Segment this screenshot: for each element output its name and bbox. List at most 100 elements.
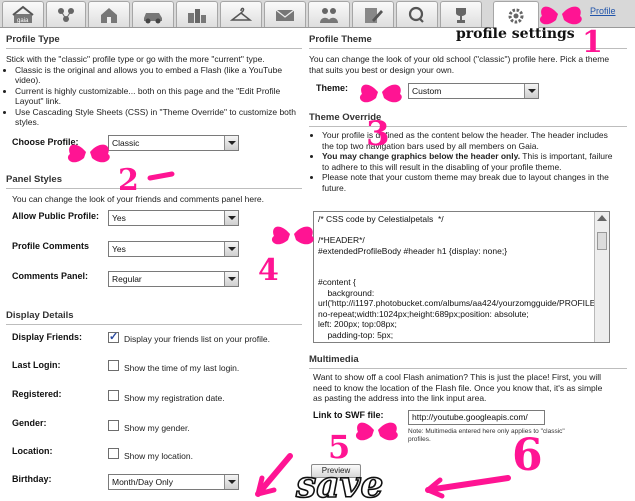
gender-checkbox[interactable] — [108, 420, 119, 431]
pink-arrow — [255, 453, 293, 497]
left-column: Profile Type Stick with the "classic" pr… — [6, 32, 302, 128]
profile-type-intro: Stick with the "classic" profile type or… — [6, 54, 265, 64]
tab-hanger[interactable] — [220, 1, 262, 27]
location-label: Location: — [12, 446, 53, 456]
allow-public-value: Yes — [112, 213, 126, 223]
preview-button[interactable]: Preview — [311, 464, 361, 478]
tab-house[interactable] — [88, 1, 130, 27]
theme-select[interactable]: Custom — [408, 83, 539, 99]
display-friends-text: Display your friends list on your profil… — [124, 334, 270, 344]
chevron-down-icon — [224, 211, 238, 225]
birthday-select[interactable]: Month/Day Only — [108, 474, 239, 490]
pink-arrowhead — [255, 475, 277, 497]
css-code: /* CSS code by Celestialpetals */ /*HEAD… — [318, 214, 609, 340]
people-network-icon — [58, 7, 74, 22]
tab-car[interactable] — [132, 1, 174, 27]
display-friends-label: Display Friends: — [12, 332, 83, 342]
theme-override-bullets: Your profile is defined as the content b… — [313, 130, 613, 193]
pink-arrow — [425, 475, 511, 493]
car-icon — [144, 12, 162, 23]
comments-panel-value: Regular — [112, 274, 142, 284]
butterfly-icon — [355, 422, 398, 441]
tab-trophy[interactable] — [440, 1, 482, 27]
tab-profile-link[interactable]: Profile — [590, 6, 616, 16]
town-icon — [188, 8, 206, 23]
gear-icon — [508, 8, 524, 23]
panel-styles-title: Panel Styles — [6, 172, 302, 189]
override-bullet-header: Your profile is defined as the content b… — [322, 130, 613, 151]
tab-mail[interactable] — [264, 1, 306, 27]
birthday-label: Birthday: — [12, 474, 52, 484]
profile-comments-label: Profile Comments — [12, 241, 90, 251]
allow-public-select[interactable]: Yes — [108, 210, 239, 226]
tab-journal[interactable] — [352, 1, 394, 27]
journal-pencil-icon — [365, 7, 383, 23]
bullet-current: Current is highly customizable... both o… — [15, 86, 302, 107]
birthday-value: Month/Day Only — [112, 477, 173, 487]
registered-label: Registered: — [12, 389, 62, 399]
trophy-icon — [456, 7, 466, 23]
gender-label: Gender: — [12, 418, 47, 428]
swf-link-input[interactable]: http://youtube.googleapis.com/ — [408, 410, 545, 425]
profile-comments-value: Yes — [112, 244, 126, 254]
chevron-down-icon — [224, 136, 238, 150]
choose-profile-label: Choose Profile: — [12, 137, 79, 147]
override-bullet-graphics: You may change graphics below the header… — [322, 151, 613, 172]
multimedia-title: Multimedia — [309, 352, 627, 369]
comments-panel-select[interactable]: Regular — [108, 271, 239, 287]
butterfly-icon — [67, 144, 110, 163]
annotation-number: 5 — [328, 428, 350, 466]
bullet-css: Use Cascading Style Sheets (CSS) in "The… — [15, 107, 302, 128]
css-editor-scrollbar[interactable] — [594, 212, 609, 342]
hanger-icon — [230, 7, 252, 21]
scroll-up-arrow-icon[interactable] — [597, 215, 607, 221]
override-bullet-graphics-bold: You may change graphics below the header… — [322, 151, 521, 161]
profile-type-bullets: Classic is the original and allows you t… — [6, 65, 302, 128]
gender-text: Show my gender. — [124, 423, 190, 433]
last-login-checkbox[interactable] — [108, 360, 119, 371]
choose-profile-select[interactable]: Classic — [108, 135, 239, 151]
css-override-textarea[interactable]: /* CSS code by Celestialpetals */ /*HEAD… — [313, 211, 610, 343]
location-text: Show my location. — [124, 451, 193, 461]
allow-public-label: Allow Public Profile: — [12, 211, 100, 221]
tab-search[interactable] — [396, 1, 438, 27]
swf-link-value: http://youtube.googleapis.com/ — [412, 412, 528, 422]
profile-theme-intro: You can change the look of your old scho… — [309, 54, 610, 75]
comments-panel-label: Comments Panel: — [12, 271, 89, 281]
tab-town[interactable] — [176, 1, 218, 27]
location-checkbox[interactable] — [108, 448, 119, 459]
chevron-down-icon — [524, 84, 538, 98]
scroll-thumb[interactable] — [597, 232, 607, 250]
registered-checkbox[interactable] — [108, 390, 119, 401]
tab-group[interactable] — [308, 1, 350, 27]
multimedia-intro: Want to show off a cool Flash animation?… — [313, 372, 603, 403]
butterfly-icon — [359, 84, 402, 103]
chevron-down-icon — [224, 242, 238, 256]
theme-value: Custom — [412, 86, 442, 96]
swf-link-label: Link to SWF file: — [313, 410, 384, 420]
tab-gaia-home[interactable]: gaia — [2, 1, 44, 27]
gaia-home-icon: gaia — [12, 5, 34, 24]
mail-icon — [275, 9, 295, 21]
group-icon — [320, 7, 338, 23]
theme-label: Theme: — [316, 83, 349, 93]
profile-comments-select[interactable]: Yes — [108, 241, 239, 257]
last-login-text: Show the time of my last login. — [124, 363, 240, 373]
search-q-icon — [408, 6, 424, 23]
display-friends-checkbox[interactable] — [108, 330, 119, 343]
registered-text: Show my registration date. — [124, 393, 225, 403]
annotation-number: 4 — [258, 253, 279, 288]
svg-text:gaia: gaia — [17, 18, 29, 24]
tab-people-network[interactable] — [46, 1, 86, 27]
profile-type-title: Profile Type — [6, 32, 302, 49]
bullet-classic: Classic is the original and allows you t… — [15, 65, 302, 86]
chevron-down-icon — [224, 272, 238, 286]
choose-profile-value: Classic — [112, 138, 140, 148]
last-login-label: Last Login: — [12, 360, 61, 370]
house-icon — [101, 7, 117, 23]
tab-settings[interactable] — [493, 1, 539, 29]
profile-settings-annotation: profile settings — [456, 26, 575, 42]
override-bullet-layout: Please note that your custom theme may b… — [322, 172, 613, 193]
panel-styles-intro: You can change the look of your friends … — [12, 194, 265, 204]
nav-tab-bar: gaia Profile — [0, 0, 635, 29]
